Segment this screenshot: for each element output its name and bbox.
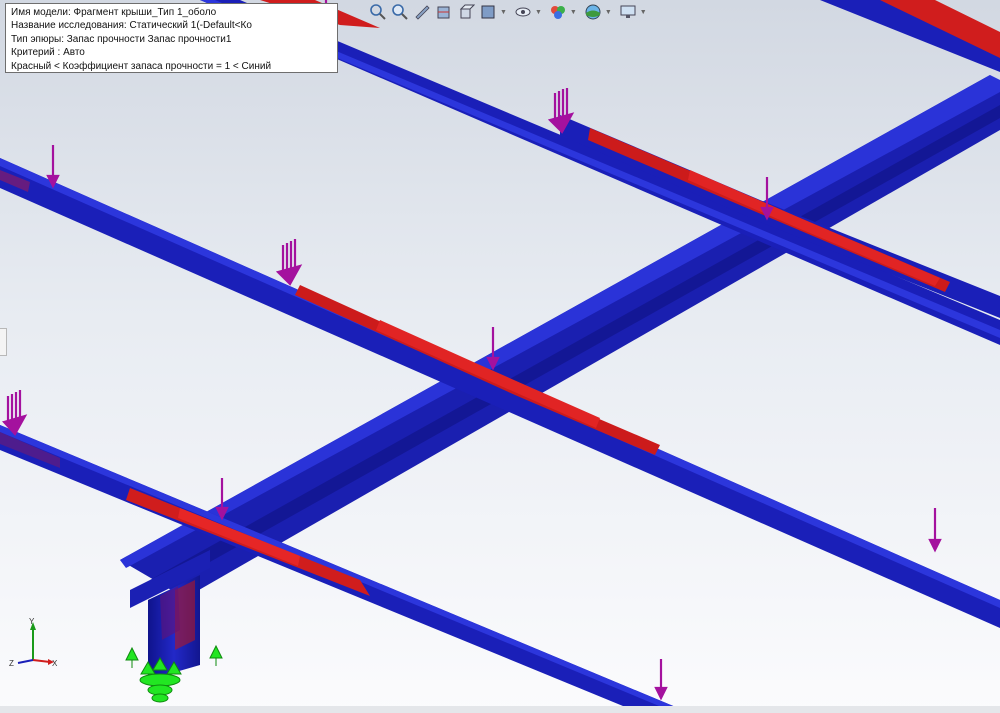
zoom-to-fit-icon[interactable] — [368, 2, 388, 22]
triad-x-label: X — [52, 659, 58, 668]
bottom-border — [0, 706, 1000, 713]
side-panel-flyout-tab[interactable] — [0, 328, 7, 356]
legend-text: Красный < Коэффициент запаса прочности =… — [11, 60, 272, 72]
load-arrow-group-5 — [275, 239, 303, 286]
triad-y-label: Y — [29, 617, 35, 626]
hide-show-dropdown-caret[interactable]: ▼ — [535, 9, 542, 16]
hide-show-icon[interactable] — [513, 2, 533, 22]
load-arrow-6 — [486, 327, 500, 371]
load-arrow-3 — [46, 145, 60, 189]
view-settings-dropdown-caret[interactable]: ▼ — [640, 9, 647, 16]
display-style-icon[interactable] — [478, 2, 498, 22]
load-arrow-10 — [654, 659, 668, 701]
model-name-text: Имя модели: Фрагмент крыши_Тип 1_оболо — [11, 7, 217, 18]
zoom-to-area-icon[interactable] — [390, 2, 410, 22]
criterion-text: Критерий : Авто — [11, 47, 85, 59]
load-arrow-9 — [928, 508, 942, 553]
graphics-viewport[interactable]: Y X Z — [0, 0, 1000, 713]
view-settings-icon[interactable] — [618, 2, 638, 22]
edit-appearance-dropdown-caret[interactable]: ▼ — [570, 9, 577, 16]
apply-scene-dropdown-caret[interactable]: ▼ — [605, 9, 612, 16]
previous-view-icon[interactable] — [412, 2, 432, 22]
study-name-text: Название исследования: Статический 1(-De… — [11, 20, 252, 32]
display-style-dropdown-caret[interactable]: ▼ — [500, 9, 507, 16]
load-arrow-group-7 — [1, 390, 28, 436]
plot-type-text: Тип эпюры: Запас прочности Запас прочнос… — [11, 33, 232, 45]
coordinate-triad: Y X Z — [9, 617, 58, 668]
triad-z-label: Z — [9, 659, 14, 668]
edit-appearance-icon[interactable] — [548, 2, 568, 22]
view-orientation-icon[interactable] — [456, 2, 476, 22]
load-arrow-8 — [215, 478, 229, 521]
section-view-icon[interactable] — [434, 2, 454, 22]
cross-beam-upper-right — [820, 0, 1000, 72]
plot-info-box: Имя модели: Фрагмент крыши_Тип 1_оболо Н… — [5, 3, 338, 73]
apply-scene-icon[interactable] — [583, 2, 603, 22]
heads-up-view-toolbar: ▼ ▼ ▼ ▼ ▼ — [368, 1, 653, 23]
